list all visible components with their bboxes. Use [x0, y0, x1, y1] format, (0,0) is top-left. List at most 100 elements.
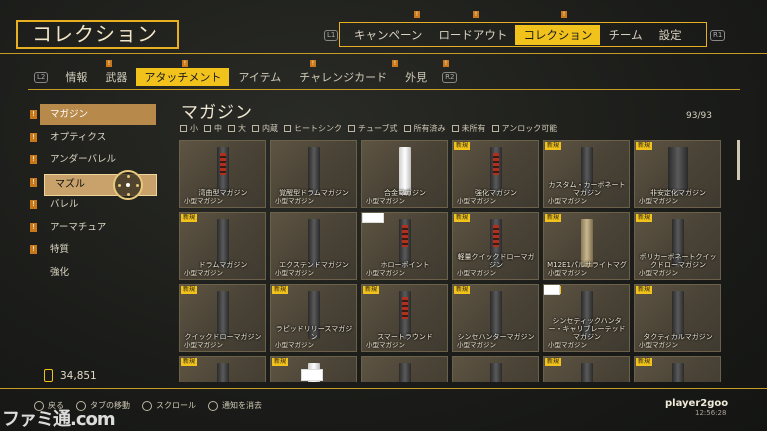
- sidebar-item-magazine[interactable]: ! マガジン: [28, 104, 158, 127]
- filter-checkbox[interactable]: 内蔵: [252, 123, 278, 134]
- pointer-cursor-icon: [113, 170, 143, 200]
- currency-display: 34,851: [44, 369, 97, 382]
- new-badge: 新規: [454, 214, 471, 222]
- attachment-card[interactable]: 新規 シンセハンターマガジン 小型マガジン: [452, 284, 539, 352]
- player-name: player2goo: [665, 398, 729, 409]
- hint-clear-notifications[interactable]: 通知を消去: [208, 400, 262, 411]
- attachment-card[interactable]: [361, 356, 448, 382]
- sub-tabs: L2 情報 武器 アタッチメント アイテム チャレンジカード 外見 R2: [34, 68, 458, 86]
- new-badge: 新規: [454, 142, 471, 150]
- checkbox-icon: [228, 125, 235, 132]
- filter-checkbox[interactable]: ヒートシンク: [284, 123, 342, 134]
- checkbox-icon: [180, 125, 187, 132]
- subtab-challenge-cards[interactable]: チャレンジカード: [290, 68, 396, 86]
- sidebar-item-armature[interactable]: ! アーマチュア: [28, 217, 158, 240]
- sidebar-item-underbarrel[interactable]: ! アンダーバレル: [28, 149, 158, 172]
- new-badge-icon: !: [443, 60, 449, 67]
- attachment-card[interactable]: 合金マガジン 小型マガジン: [361, 140, 448, 208]
- sidebar-item-traits[interactable]: ! 特質: [28, 239, 158, 262]
- subtab-attachments[interactable]: アタッチメント: [136, 68, 230, 86]
- attachment-card[interactable]: 新規 非安定化マガジン 小型マガジン: [634, 140, 721, 208]
- new-badge: 新規: [272, 358, 289, 366]
- magazine-icon: [216, 147, 229, 195]
- magazine-icon: [216, 291, 229, 339]
- attachment-card[interactable]: エクステンドマガジン 小型マガジン: [270, 212, 357, 280]
- magazine-icon: [216, 219, 229, 267]
- filter-label: アンロック可能: [501, 124, 558, 133]
- filter-label: 中: [214, 124, 222, 133]
- checkbox-icon: [403, 125, 411, 132]
- card-subtype: 小型マガジン: [548, 269, 587, 277]
- tab-campaign[interactable]: キャンペーン: [346, 25, 430, 45]
- sidebar-item-upgrades[interactable]: 強化: [28, 262, 158, 285]
- subtab-weapons[interactable]: 武器: [96, 68, 136, 86]
- tab-settings[interactable]: 設定: [651, 25, 690, 45]
- attachment-card[interactable]: 湾曲型マガジン 小型マガジン: [179, 140, 266, 208]
- tab-loadout[interactable]: ロードアウト: [430, 25, 515, 45]
- magazine-icon: [489, 363, 502, 382]
- filter-label: 未所有: [461, 124, 486, 133]
- card-subtype: 小型マガジン: [184, 341, 223, 349]
- magazine-icon: [489, 291, 502, 339]
- magazine-icon: [489, 147, 502, 195]
- attachment-card[interactable]: 新規: [543, 356, 630, 382]
- magazine-icon: [216, 363, 229, 382]
- attachment-card[interactable]: 新規 M12E1パルサライトマグ 小型マガジン: [543, 212, 630, 280]
- new-badge: 新規: [636, 214, 653, 222]
- sidebar-item-optics[interactable]: ! オプティクス: [28, 127, 158, 150]
- magazine-icon: [580, 363, 593, 382]
- filter-checkbox[interactable]: 中: [204, 123, 222, 134]
- attachment-card[interactable]: 新規 カスタム・カーボネートマガジン 小型マガジン: [543, 140, 630, 208]
- attachment-card[interactable]: [452, 356, 539, 382]
- magazine-icon: [667, 147, 688, 195]
- attachment-card[interactable]: ホローポイント 小型マガジン: [361, 212, 448, 280]
- filter-checkbox[interactable]: 所有済み: [403, 123, 446, 134]
- attachment-card[interactable]: 新規シンセティックハンター・キャリブレーテッドマガジン小型マガジン: [543, 284, 630, 352]
- subtab-items[interactable]: アイテム: [229, 68, 290, 86]
- filter-label: ヒートシンク: [294, 124, 342, 133]
- credit-icon: [44, 369, 53, 382]
- tab-team[interactable]: チーム: [600, 25, 650, 45]
- l1-button-hint: L1: [324, 30, 339, 41]
- filter-checkbox[interactable]: アンロック可能: [491, 123, 558, 134]
- attachment-card[interactable]: 新規 クイックドローマガジン 小型マガジン: [179, 284, 266, 352]
- magazine-icon: [398, 291, 411, 339]
- attachment-card[interactable]: 新規 ラピッドリリースマガジン 小型マガジン: [270, 284, 357, 352]
- new-badge-icon: !: [30, 155, 37, 164]
- r2-button-hint: R2: [442, 71, 458, 83]
- right-stick-icon: [142, 400, 152, 411]
- hint-scroll[interactable]: スクロール: [142, 400, 196, 411]
- attachment-card[interactable]: 新規 スマートラウンド 小型マガジン: [361, 284, 448, 352]
- attachment-card[interactable]: 新規 ドラムマガジン 小型マガジン: [179, 212, 266, 280]
- filter-label: 内蔵: [262, 124, 278, 133]
- scrollbar[interactable]: [737, 140, 740, 180]
- filter-checkbox[interactable]: チューブ式: [348, 123, 398, 134]
- subtab-cosmetics[interactable]: 外見: [396, 68, 436, 86]
- filter-checkbox[interactable]: 未所有: [451, 123, 486, 134]
- filter-checkbox[interactable]: 大: [228, 123, 246, 134]
- attachment-card[interactable]: 新規 ポリカーボネートクイックドローマガジン 小型マガジン: [634, 212, 721, 280]
- item-grid: 湾曲型マガジン 小型マガジン 覚醒型ドラムマガジン 小型マガジン 合金マガジン 小型マガジ…: [179, 140, 725, 382]
- attachment-card[interactable]: 新規: [634, 356, 721, 382]
- attachment-card[interactable]: 新規 強化マガジン 小型マガジン: [452, 140, 539, 208]
- subtab-info[interactable]: 情報: [56, 68, 96, 86]
- attachment-card[interactable]: 新規 軽量クイックドローマガジン 小型マガジン: [452, 212, 539, 280]
- attachment-card[interactable]: 新規: [179, 356, 266, 382]
- attachment-card[interactable]: 新規: [270, 356, 357, 382]
- new-badge: 新規: [181, 214, 198, 222]
- card-subtype: 小型マガジン: [457, 269, 496, 277]
- filter-checkbox[interactable]: 小: [180, 123, 198, 134]
- attachment-card[interactable]: 覚醒型ドラムマガジン 小型マガジン: [270, 140, 357, 208]
- magazine-icon: [307, 219, 320, 267]
- watermark-logo: ファミ通.com: [2, 409, 116, 430]
- card-subtype: 小型マガジン: [548, 341, 587, 349]
- highlight-glint: [362, 213, 384, 223]
- checkbox-icon: [491, 125, 499, 132]
- checkbox-icon: [451, 125, 459, 132]
- sidebar-item-barrel[interactable]: ! バレル: [28, 194, 158, 217]
- checkbox-icon: [348, 125, 355, 132]
- tab-collection[interactable]: コレクション: [515, 24, 601, 45]
- attachment-card[interactable]: 新規 タクティカルマガジン 小型マガジン: [634, 284, 721, 352]
- magazine-icon: [398, 219, 411, 267]
- checkbox-icon: [284, 125, 291, 132]
